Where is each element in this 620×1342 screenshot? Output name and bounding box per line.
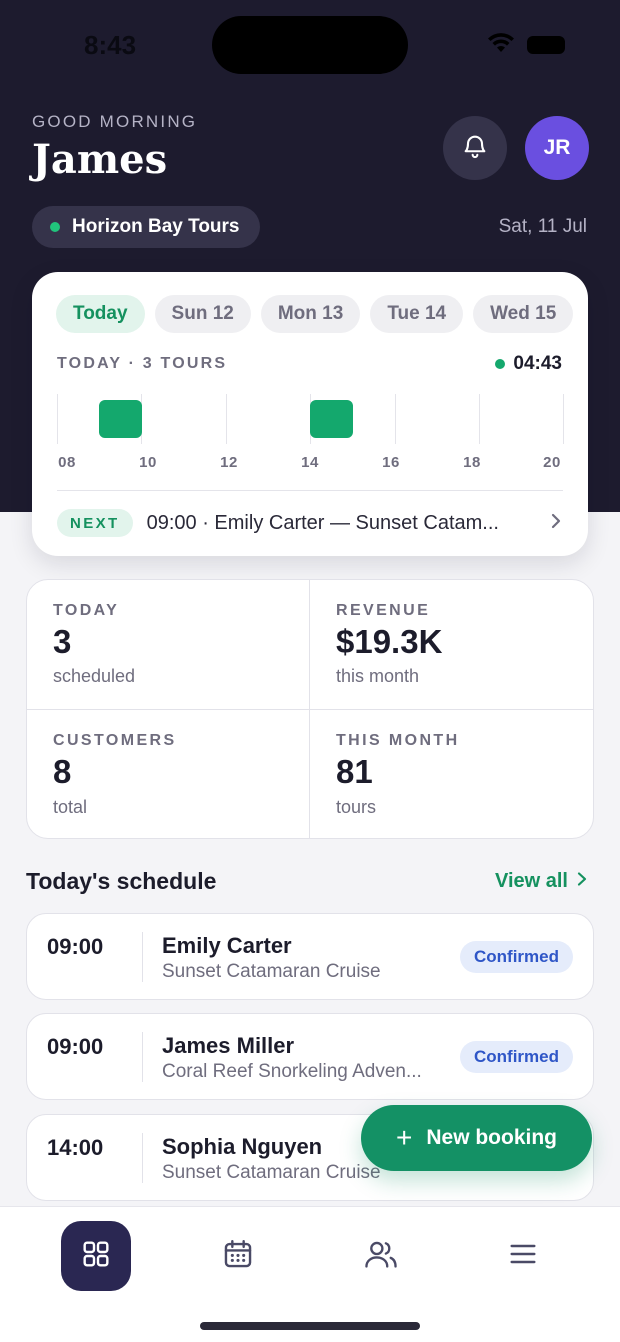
live-clock: 04:43 [495,353,562,375]
chevron-right-icon [576,870,588,893]
day-summary: TODAY · 3 TOURS [57,355,228,372]
day-tab-sun-12[interactable]: Sun 12 [154,295,251,333]
timeline-hour-label: 16 [382,454,400,471]
dynamic-island [212,16,408,74]
booking-time: 14:00 [47,1135,104,1160]
stat-this-month[interactable]: THIS MONTH 81 tours [310,710,593,838]
stat-sub: scheduled [53,666,136,687]
timeline-gridline [395,394,396,444]
timeline-hour-label: 10 [139,454,157,471]
current-date: Sat, 11 Jul [498,216,587,237]
plus-icon: + [395,1122,413,1153]
timeline-gridline [226,394,227,444]
status-badge: Confirmed [460,941,573,973]
new-booking-button[interactable]: + New booking [361,1105,592,1171]
stat-value: 8 [53,753,72,791]
org-status-dot [50,222,60,232]
schedule-item[interactable]: 09:00 James Miller Coral Reef Snorkeling… [26,1013,594,1100]
day-tab-mon-13[interactable]: Mon 13 [260,295,361,333]
tour-name: Sunset Catamaran Cruise [162,961,381,982]
stat-sub: total [53,796,88,817]
day-timeline: 08 10 12 14 16 18 20 [32,394,588,474]
tab-menu[interactable] [488,1221,558,1291]
chevron-right-icon [549,512,563,535]
divider [142,1032,143,1082]
stat-sub: tours [336,796,377,817]
home-indicator [200,1322,420,1330]
next-booking-row[interactable]: NEXT 09:00 · Emily Carter — Sunset Catam… [57,508,563,538]
stat-value: $19.3K [336,623,443,660]
timeline-gridline [479,394,480,444]
customer-name: Sophia Nguyen [162,1134,323,1159]
timeline-hour-label: 20 [543,454,561,471]
wifi-icon [486,32,516,59]
organization-switcher[interactable]: Horizon Bay Tours [32,206,260,248]
divider [57,490,563,491]
day-tab-today[interactable]: Today [56,295,145,333]
schedule-item[interactable]: 09:00 Emily Carter Sunset Catamaran Crui… [26,913,594,1000]
tour-name: Coral Reef Snorkeling Adven... [162,1061,422,1082]
tab-customers[interactable] [346,1221,416,1291]
stat-label: THIS MONTH [336,732,460,750]
divider [142,1133,143,1183]
timeline-booking-block[interactable] [99,400,142,438]
stat-label: CUSTOMERS [53,732,177,750]
live-dot-icon [495,359,506,369]
day-tab-wed-15[interactable]: Wed 15 [473,295,574,333]
battery-icon [527,36,565,54]
users-icon [363,1237,399,1276]
timeline-hour-label: 12 [220,454,238,471]
timeline-hour-label: 14 [301,454,319,471]
booking-time: 09:00 [47,1034,104,1059]
divider [142,932,143,982]
tab-calendar[interactable] [203,1221,273,1291]
stat-customers[interactable]: CUSTOMERS 8 total [27,710,310,838]
stat-revenue[interactable]: REVENUE $19.3K this month [310,580,593,711]
booking-time: 09:00 [47,934,104,959]
timeline-hour-label: 18 [463,454,481,471]
timeline-gridline [57,394,58,444]
avatar-initials: JR [543,136,571,159]
timeline-hour-label: 08 [58,454,76,471]
stats-grid: TODAY 3 scheduled REVENUE $19.3K this mo… [26,579,594,839]
stat-label: REVENUE [336,602,431,619]
stat-sub: this month [336,666,420,687]
stat-value: 3 [53,623,72,660]
section-title: Today's schedule [26,868,217,894]
tour-name: Sunset Catamaran Cruise [162,1162,381,1183]
bell-icon [461,132,489,165]
notifications-button[interactable] [443,116,507,180]
view-all-label: View all [494,870,568,892]
stat-today[interactable]: TODAY 3 scheduled [27,580,310,711]
user-name: James [32,136,168,183]
calendar-icon [221,1237,255,1276]
dashboard-grid-icon [80,1238,112,1275]
day-selector: Today Sun 12 Mon 13 Tue 14 Wed 15 [56,295,574,333]
tab-dashboard[interactable] [61,1221,131,1291]
next-badge: NEXT [57,509,133,537]
menu-icon [507,1240,539,1273]
customer-name: James Miller [162,1033,295,1058]
day-tab-tue-14[interactable]: Tue 14 [370,295,464,333]
status-time: 8:43 [84,30,137,60]
stat-label: TODAY [53,602,120,619]
avatar[interactable]: JR [525,116,589,180]
timeline-booking-block[interactable] [310,400,353,438]
view-all-link[interactable]: View all [495,870,588,893]
next-booking-text: 09:00 · Emily Carter — Sunset Catam... [146,511,499,534]
timeline-gridline [563,394,564,444]
greeting-label: GOOD MORNING [32,112,198,131]
customer-name: Emily Carter [162,933,292,958]
status-badge: Confirmed [460,1041,573,1073]
org-name: Horizon Bay Tours [72,216,240,237]
new-booking-label: New booking [426,1126,558,1149]
stat-value: 81 [336,753,373,791]
clock-time: 04:43 [513,353,562,374]
week-overview-card: Today Sun 12 Mon 13 Tue 14 Wed 15 TODAY … [32,272,588,556]
